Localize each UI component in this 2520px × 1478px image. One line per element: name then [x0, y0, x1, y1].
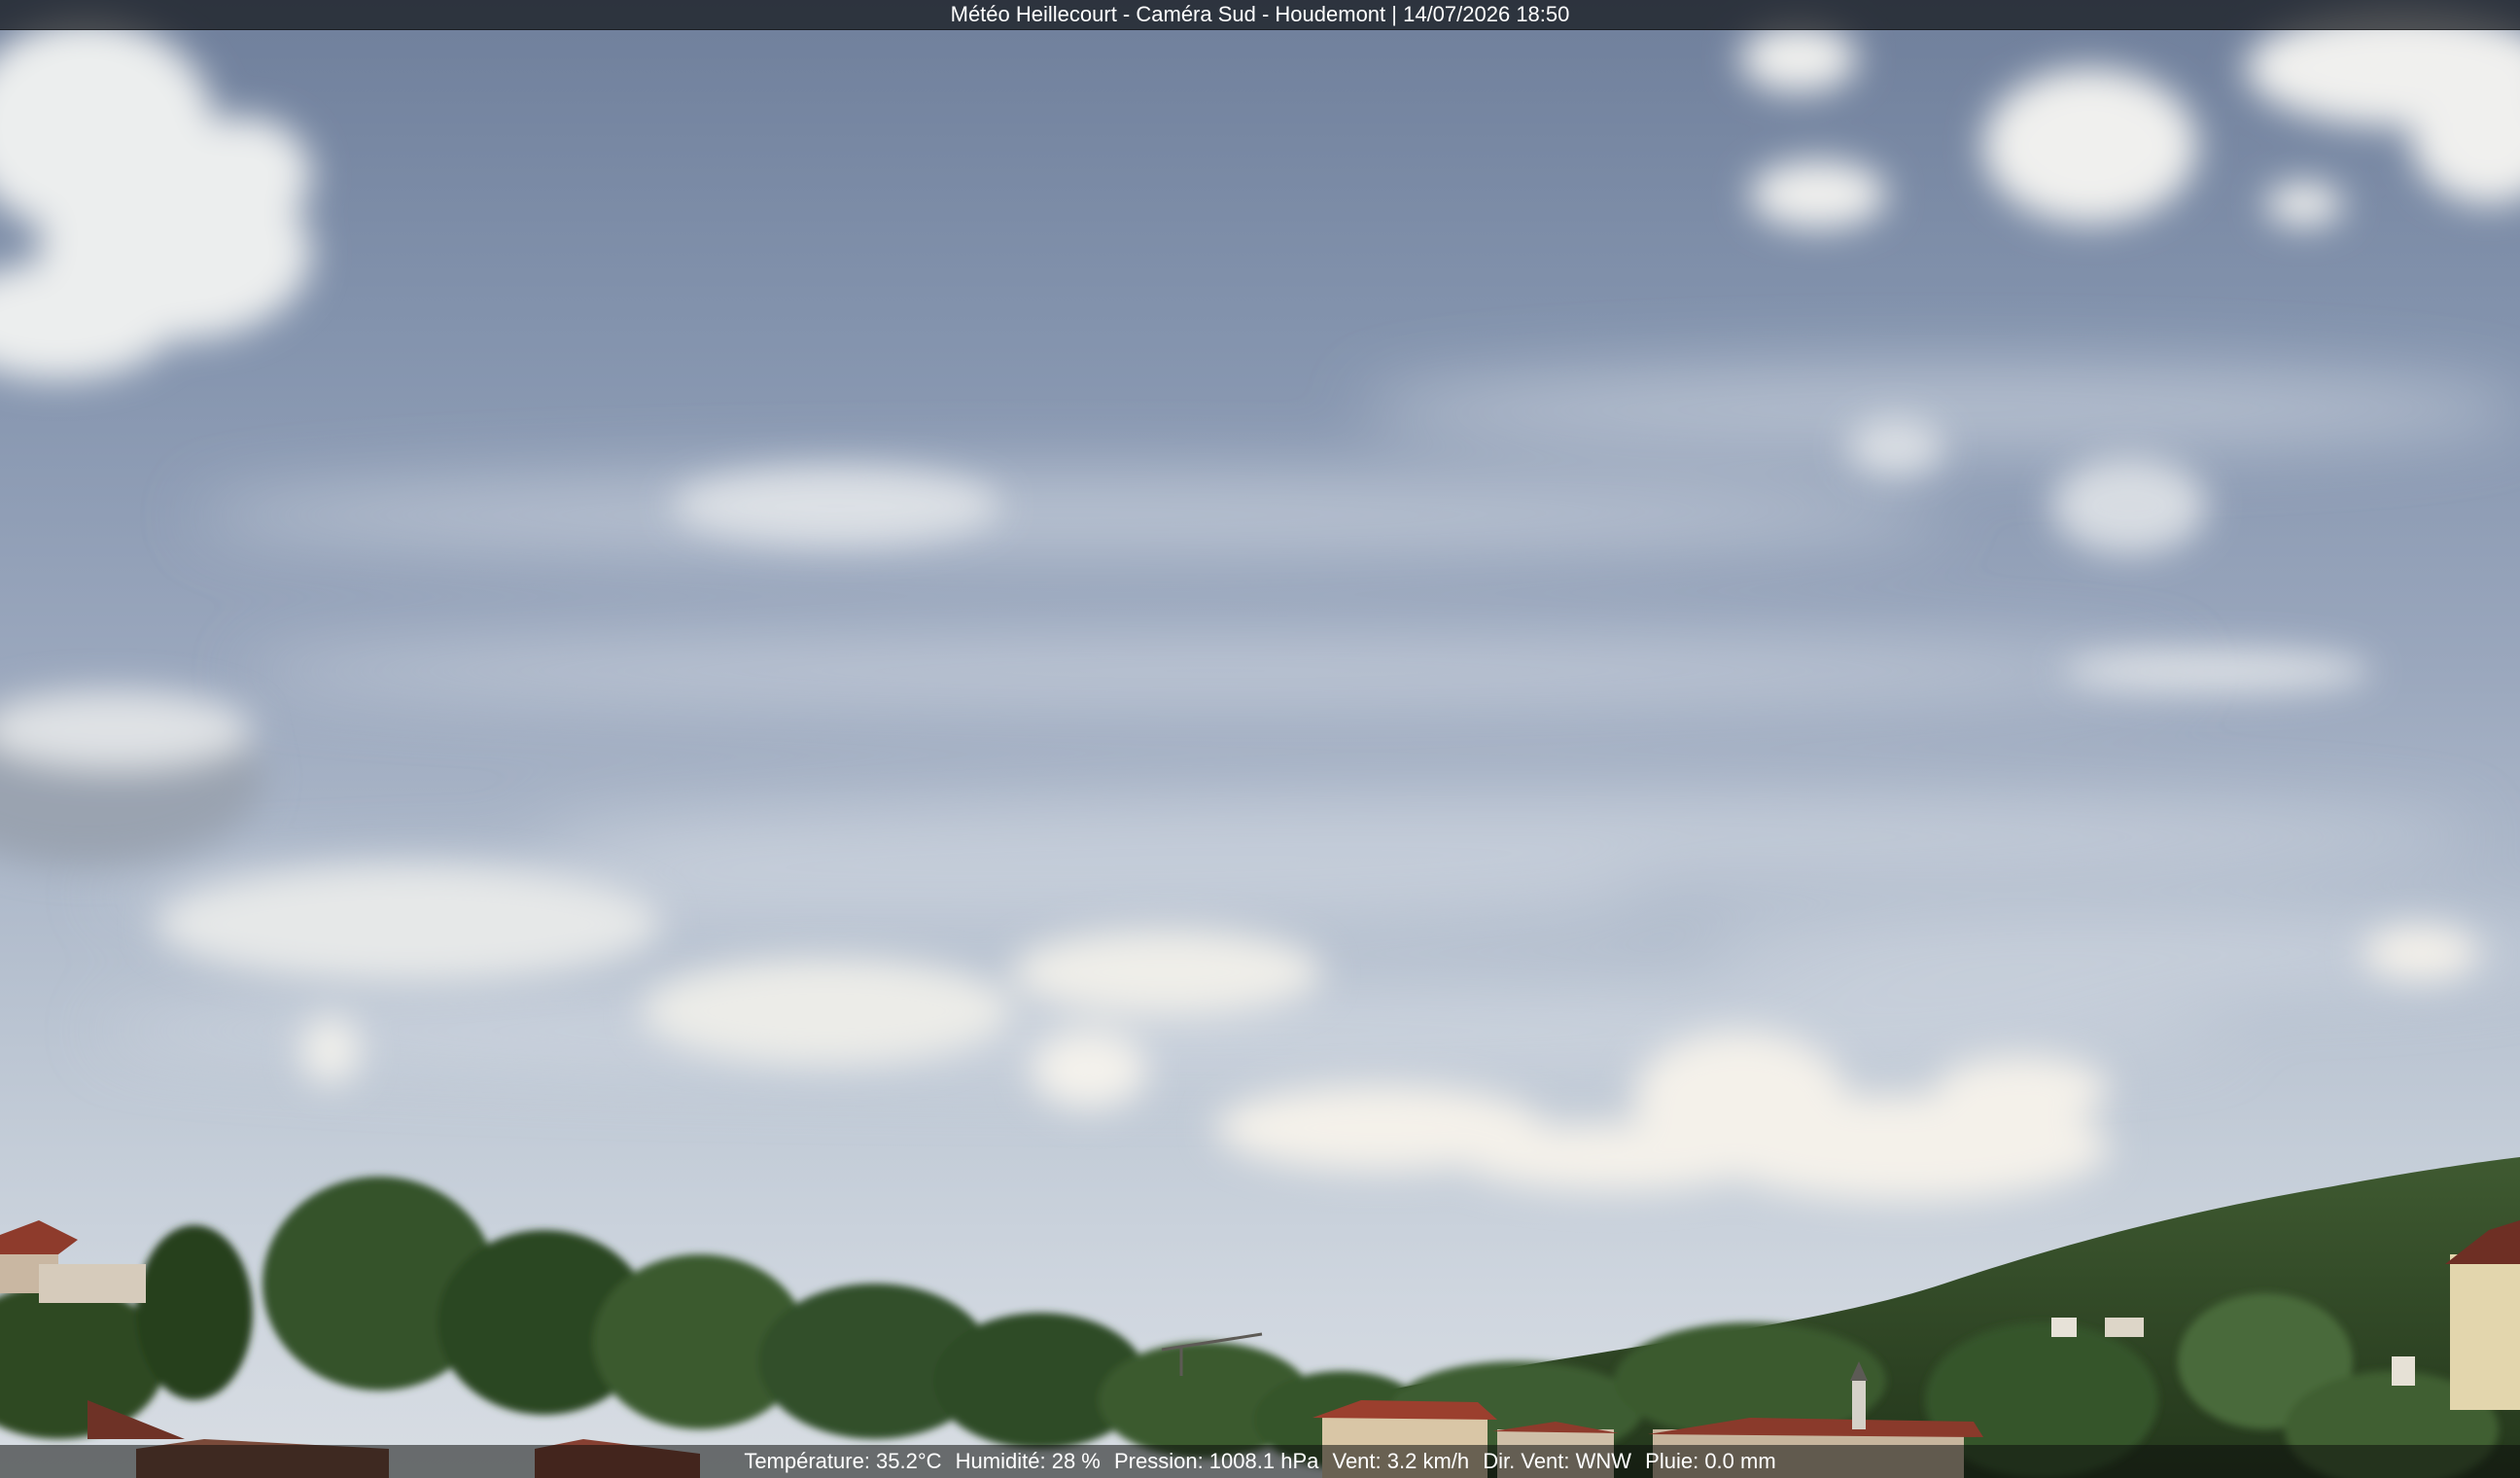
pressure-reading: Pression: 1008.1 hPa [1113, 1449, 1319, 1473]
temperature-reading: Température: 35.2°C [744, 1449, 942, 1473]
cloud-top-left [0, 19, 311, 379]
camera-title-bar: Météo Heillecourt - Caméra Sud - Houdemo… [0, 0, 2520, 30]
wind-speed-reading: Vent: 3.2 km/h [1332, 1449, 1470, 1473]
cloud-top-right [1740, 10, 2520, 229]
webcam-sky-scene [0, 10, 2520, 1478]
webcam-frame: Météo Heillecourt - Caméra Sud - Houdemo… [0, 0, 2520, 1478]
camera-title: Météo Heillecourt - Caméra Sud - Houdemo… [950, 2, 1570, 26]
humidity-reading: Humidité: 28 % [955, 1449, 1101, 1473]
rain-reading: Pluie: 0.0 mm [1645, 1449, 1776, 1473]
wind-direction-reading: Dir. Vent: WNW [1483, 1449, 1632, 1473]
weather-readings-bar: Température: 35.2°C Humidité: 28 % Press… [0, 1445, 2520, 1478]
